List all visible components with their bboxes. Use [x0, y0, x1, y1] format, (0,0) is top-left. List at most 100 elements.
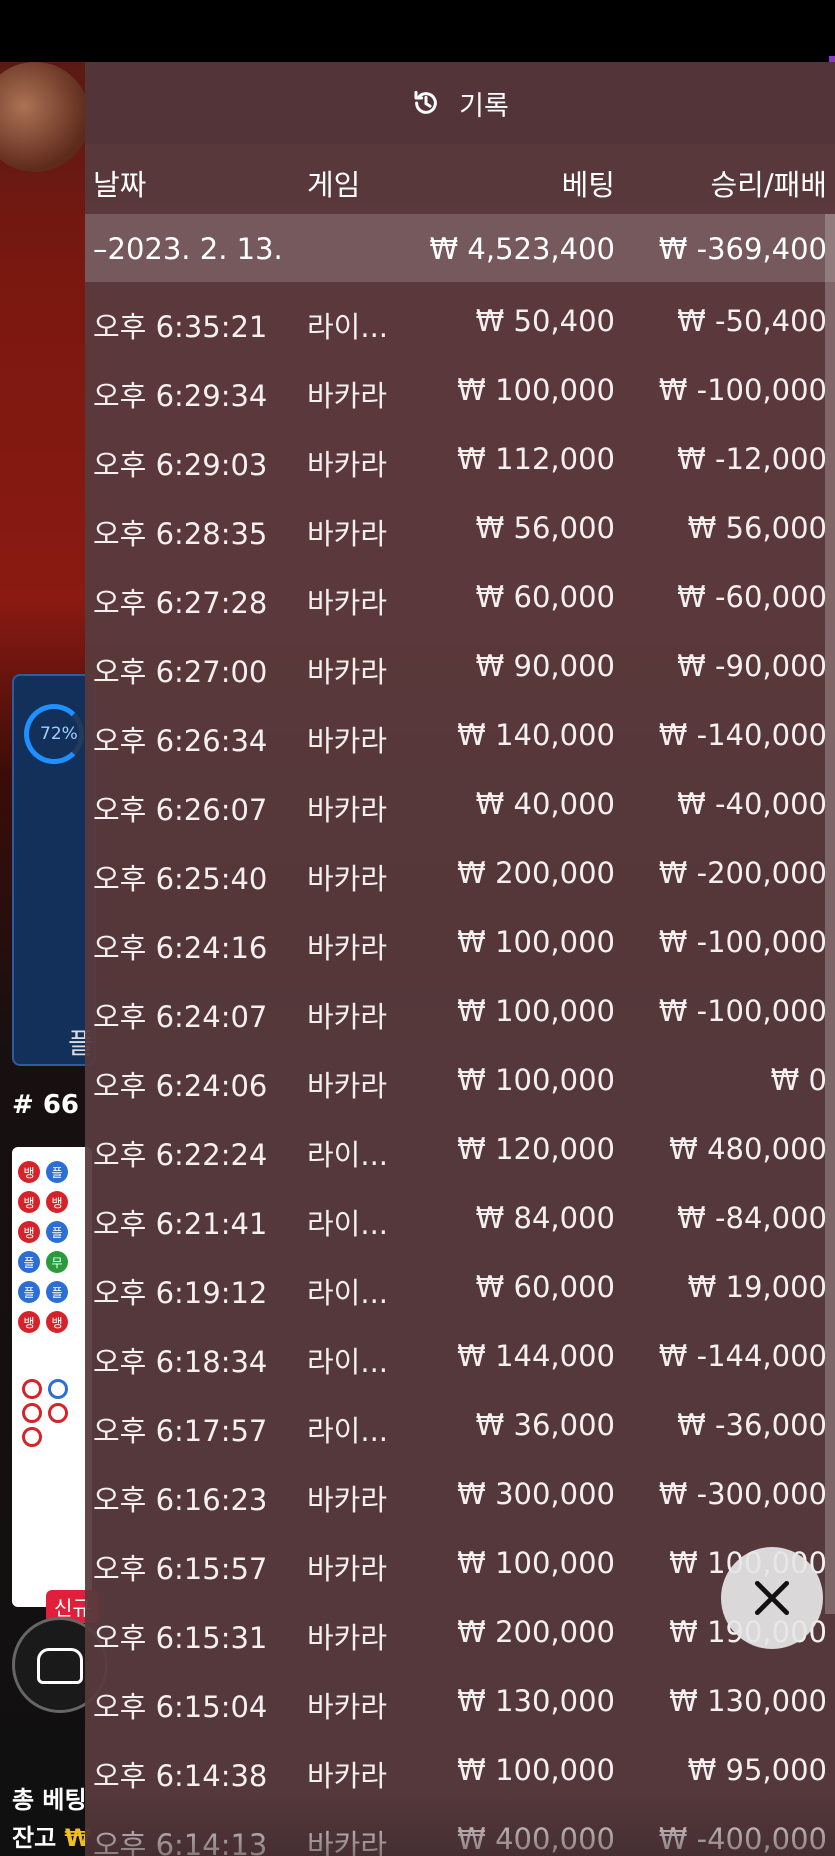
- road-cell: 뱅: [46, 1191, 68, 1213]
- scrollbar[interactable]: [825, 214, 835, 1614]
- table-row[interactable]: 오후 6:16:23 바카라 ₩ 300,000 ₩ -300,000: [85, 1463, 835, 1532]
- bead-road: 뱅 플 뱅 뱅 뱅 플 플 무 플 플 뱅 뱅: [12, 1147, 92, 1607]
- row-bet: ₩ 100,000: [457, 1546, 615, 1580]
- road-ring: [22, 1427, 42, 1447]
- row-result: ₩ 19,000: [687, 1270, 827, 1304]
- road-ring: [22, 1379, 42, 1399]
- table-row[interactable]: 오후 6:29:34 바카라 ₩ 100,000 ₩ -100,000: [85, 359, 835, 428]
- row-result: ₩ -140,000: [658, 718, 827, 752]
- row-bet: ₩ 144,000: [457, 1339, 615, 1373]
- row-result: ₩ -40,000: [677, 787, 827, 821]
- row-bet: ₩ 100,000: [457, 373, 615, 407]
- row-game: 바카라: [307, 448, 388, 482]
- column-header-date: 날짜: [93, 168, 147, 202]
- row-game: 바카라: [307, 793, 388, 827]
- road-cell: 플: [46, 1161, 68, 1183]
- table-row[interactable]: 오후 6:21:41 라이... ₩ 84,000 ₩ -84,000: [85, 1187, 835, 1256]
- row-time: 오후 6:29:03: [93, 448, 268, 482]
- row-game: 바카라: [307, 1759, 388, 1793]
- summary-result: ₩ -369,400: [658, 232, 827, 266]
- table-row[interactable]: 오후 6:18:34 라이... ₩ 144,000 ₩ -144,000: [85, 1325, 835, 1394]
- row-bet: ₩ 36,000: [475, 1408, 615, 1442]
- close-button[interactable]: [721, 1547, 823, 1649]
- row-bet: ₩ 200,000: [457, 856, 615, 890]
- row-time: 오후 6:14:38: [93, 1759, 268, 1793]
- summary-date: –2023. 2. 13.: [93, 232, 283, 266]
- table-row[interactable]: 오후 6:24:16 바카라 ₩ 100,000 ₩ -100,000: [85, 911, 835, 980]
- row-game: 바카라: [307, 586, 388, 620]
- road-cell: 무: [46, 1251, 68, 1273]
- row-bet: ₩ 112,000: [457, 442, 615, 476]
- date-summary-row[interactable]: –2023. 2. 13. ₩ 4,523,400 ₩ -369,400: [85, 214, 835, 282]
- row-result: ₩ 480,000: [669, 1132, 827, 1166]
- row-bet: ₩ 50,400: [475, 304, 615, 338]
- history-title: 기록: [459, 90, 509, 122]
- row-bet: ₩ 100,000: [457, 1753, 615, 1787]
- row-time: 오후 6:24:07: [93, 1000, 268, 1034]
- road-cell: 플: [46, 1221, 68, 1243]
- table-row[interactable]: 오후 6:26:34 바카라 ₩ 140,000 ₩ -140,000: [85, 704, 835, 773]
- table-row[interactable]: 오후 6:24:06 바카라 ₩ 100,000 ₩ 0: [85, 1049, 835, 1118]
- road-cell: 뱅: [18, 1311, 40, 1333]
- row-time: 오후 6:19:12: [93, 1276, 268, 1310]
- table-row[interactable]: 오후 6:24:07 바카라 ₩ 100,000 ₩ -100,000: [85, 980, 835, 1049]
- row-result: ₩ -300,000: [658, 1477, 827, 1511]
- row-result: ₩ 56,000: [687, 511, 827, 545]
- table-row[interactable]: 오후 6:17:57 라이... ₩ 36,000 ₩ -36,000: [85, 1394, 835, 1463]
- row-game: 바카라: [307, 1552, 388, 1586]
- history-list[interactable]: 오후 6:35:21 라이... ₩ 50,400 ₩ -50,400 오후 6:29:…: [85, 290, 835, 1856]
- row-bet: ₩ 100,000: [457, 994, 615, 1028]
- balance-label: 잔고: [12, 1824, 57, 1852]
- row-bet: ₩ 60,000: [475, 580, 615, 614]
- table-row[interactable]: 오후 6:15:04 바카라 ₩ 130,000 ₩ 130,000: [85, 1670, 835, 1739]
- table-row[interactable]: 오후 6:27:28 바카라 ₩ 60,000 ₩ -60,000: [85, 566, 835, 635]
- column-header-game: 게임: [307, 168, 361, 202]
- row-bet: ₩ 84,000: [475, 1201, 615, 1235]
- table-row[interactable]: 오후 6:25:40 바카라 ₩ 200,000 ₩ -200,000: [85, 842, 835, 911]
- row-game: 바카라: [307, 379, 388, 413]
- road-ring: [48, 1403, 68, 1423]
- row-result: ₩ -12,000: [677, 442, 827, 476]
- table-row[interactable]: 오후 6:28:35 바카라 ₩ 56,000 ₩ 56,000: [85, 497, 835, 566]
- row-game: 바카라: [307, 1000, 388, 1034]
- table-row[interactable]: 오후 6:26:07 바카라 ₩ 40,000 ₩ -40,000: [85, 773, 835, 842]
- table-row[interactable]: 오후 6:22:24 라이... ₩ 120,000 ₩ 480,000: [85, 1118, 835, 1187]
- row-time: 오후 6:17:57: [93, 1414, 268, 1448]
- row-game: 바카라: [307, 655, 388, 689]
- row-result: ₩ 130,000: [669, 1684, 827, 1718]
- row-result: ₩ -100,000: [658, 373, 827, 407]
- dealer-image: [0, 62, 90, 172]
- history-title-bar: 기록: [85, 62, 835, 144]
- history-icon: [414, 90, 438, 114]
- row-result: ₩ -84,000: [677, 1201, 827, 1235]
- row-time: 오후 6:29:34: [93, 379, 268, 413]
- row-time: 오후 6:24:16: [93, 931, 268, 965]
- row-game: 바카라: [307, 1690, 388, 1724]
- row-time: 오후 6:26:34: [93, 724, 268, 758]
- row-game: 라이...: [307, 1276, 389, 1310]
- row-time: 오후 6:22:24: [93, 1138, 268, 1172]
- row-result: ₩ -50,400: [677, 304, 827, 338]
- table-row[interactable]: 오후 6:29:03 바카라 ₩ 112,000 ₩ -12,000: [85, 428, 835, 497]
- row-result: ₩ -100,000: [658, 925, 827, 959]
- row-bet: ₩ 40,000: [475, 787, 615, 821]
- summary-bet: ₩ 4,523,400: [429, 232, 615, 266]
- row-time: 오후 6:15:04: [93, 1690, 268, 1724]
- row-game: 바카라: [307, 517, 388, 551]
- row-time: 오후 6:27:00: [93, 655, 268, 689]
- row-result: ₩ -144,000: [658, 1339, 827, 1373]
- row-bet: ₩ 120,000: [457, 1132, 615, 1166]
- road-cell: 뱅: [18, 1191, 40, 1213]
- road-cell: 플: [18, 1281, 40, 1303]
- row-result: ₩ -200,000: [658, 856, 827, 890]
- row-time: 오후 6:18:34: [93, 1345, 268, 1379]
- row-time: 오후 6:16:23: [93, 1483, 268, 1517]
- table-row[interactable]: 오후 6:19:12 라이... ₩ 60,000 ₩ 19,000: [85, 1256, 835, 1325]
- row-bet: ₩ 90,000: [475, 649, 615, 683]
- table-row[interactable]: 오후 6:27:00 바카라 ₩ 90,000 ₩ -90,000: [85, 635, 835, 704]
- road-ring: [22, 1403, 42, 1423]
- row-result: ₩ -100,000: [658, 994, 827, 1028]
- table-row[interactable]: 오후 6:35:21 라이... ₩ 50,400 ₩ -50,400: [85, 290, 835, 359]
- row-bet: ₩ 60,000: [475, 1270, 615, 1304]
- row-game: 라이...: [307, 1345, 389, 1379]
